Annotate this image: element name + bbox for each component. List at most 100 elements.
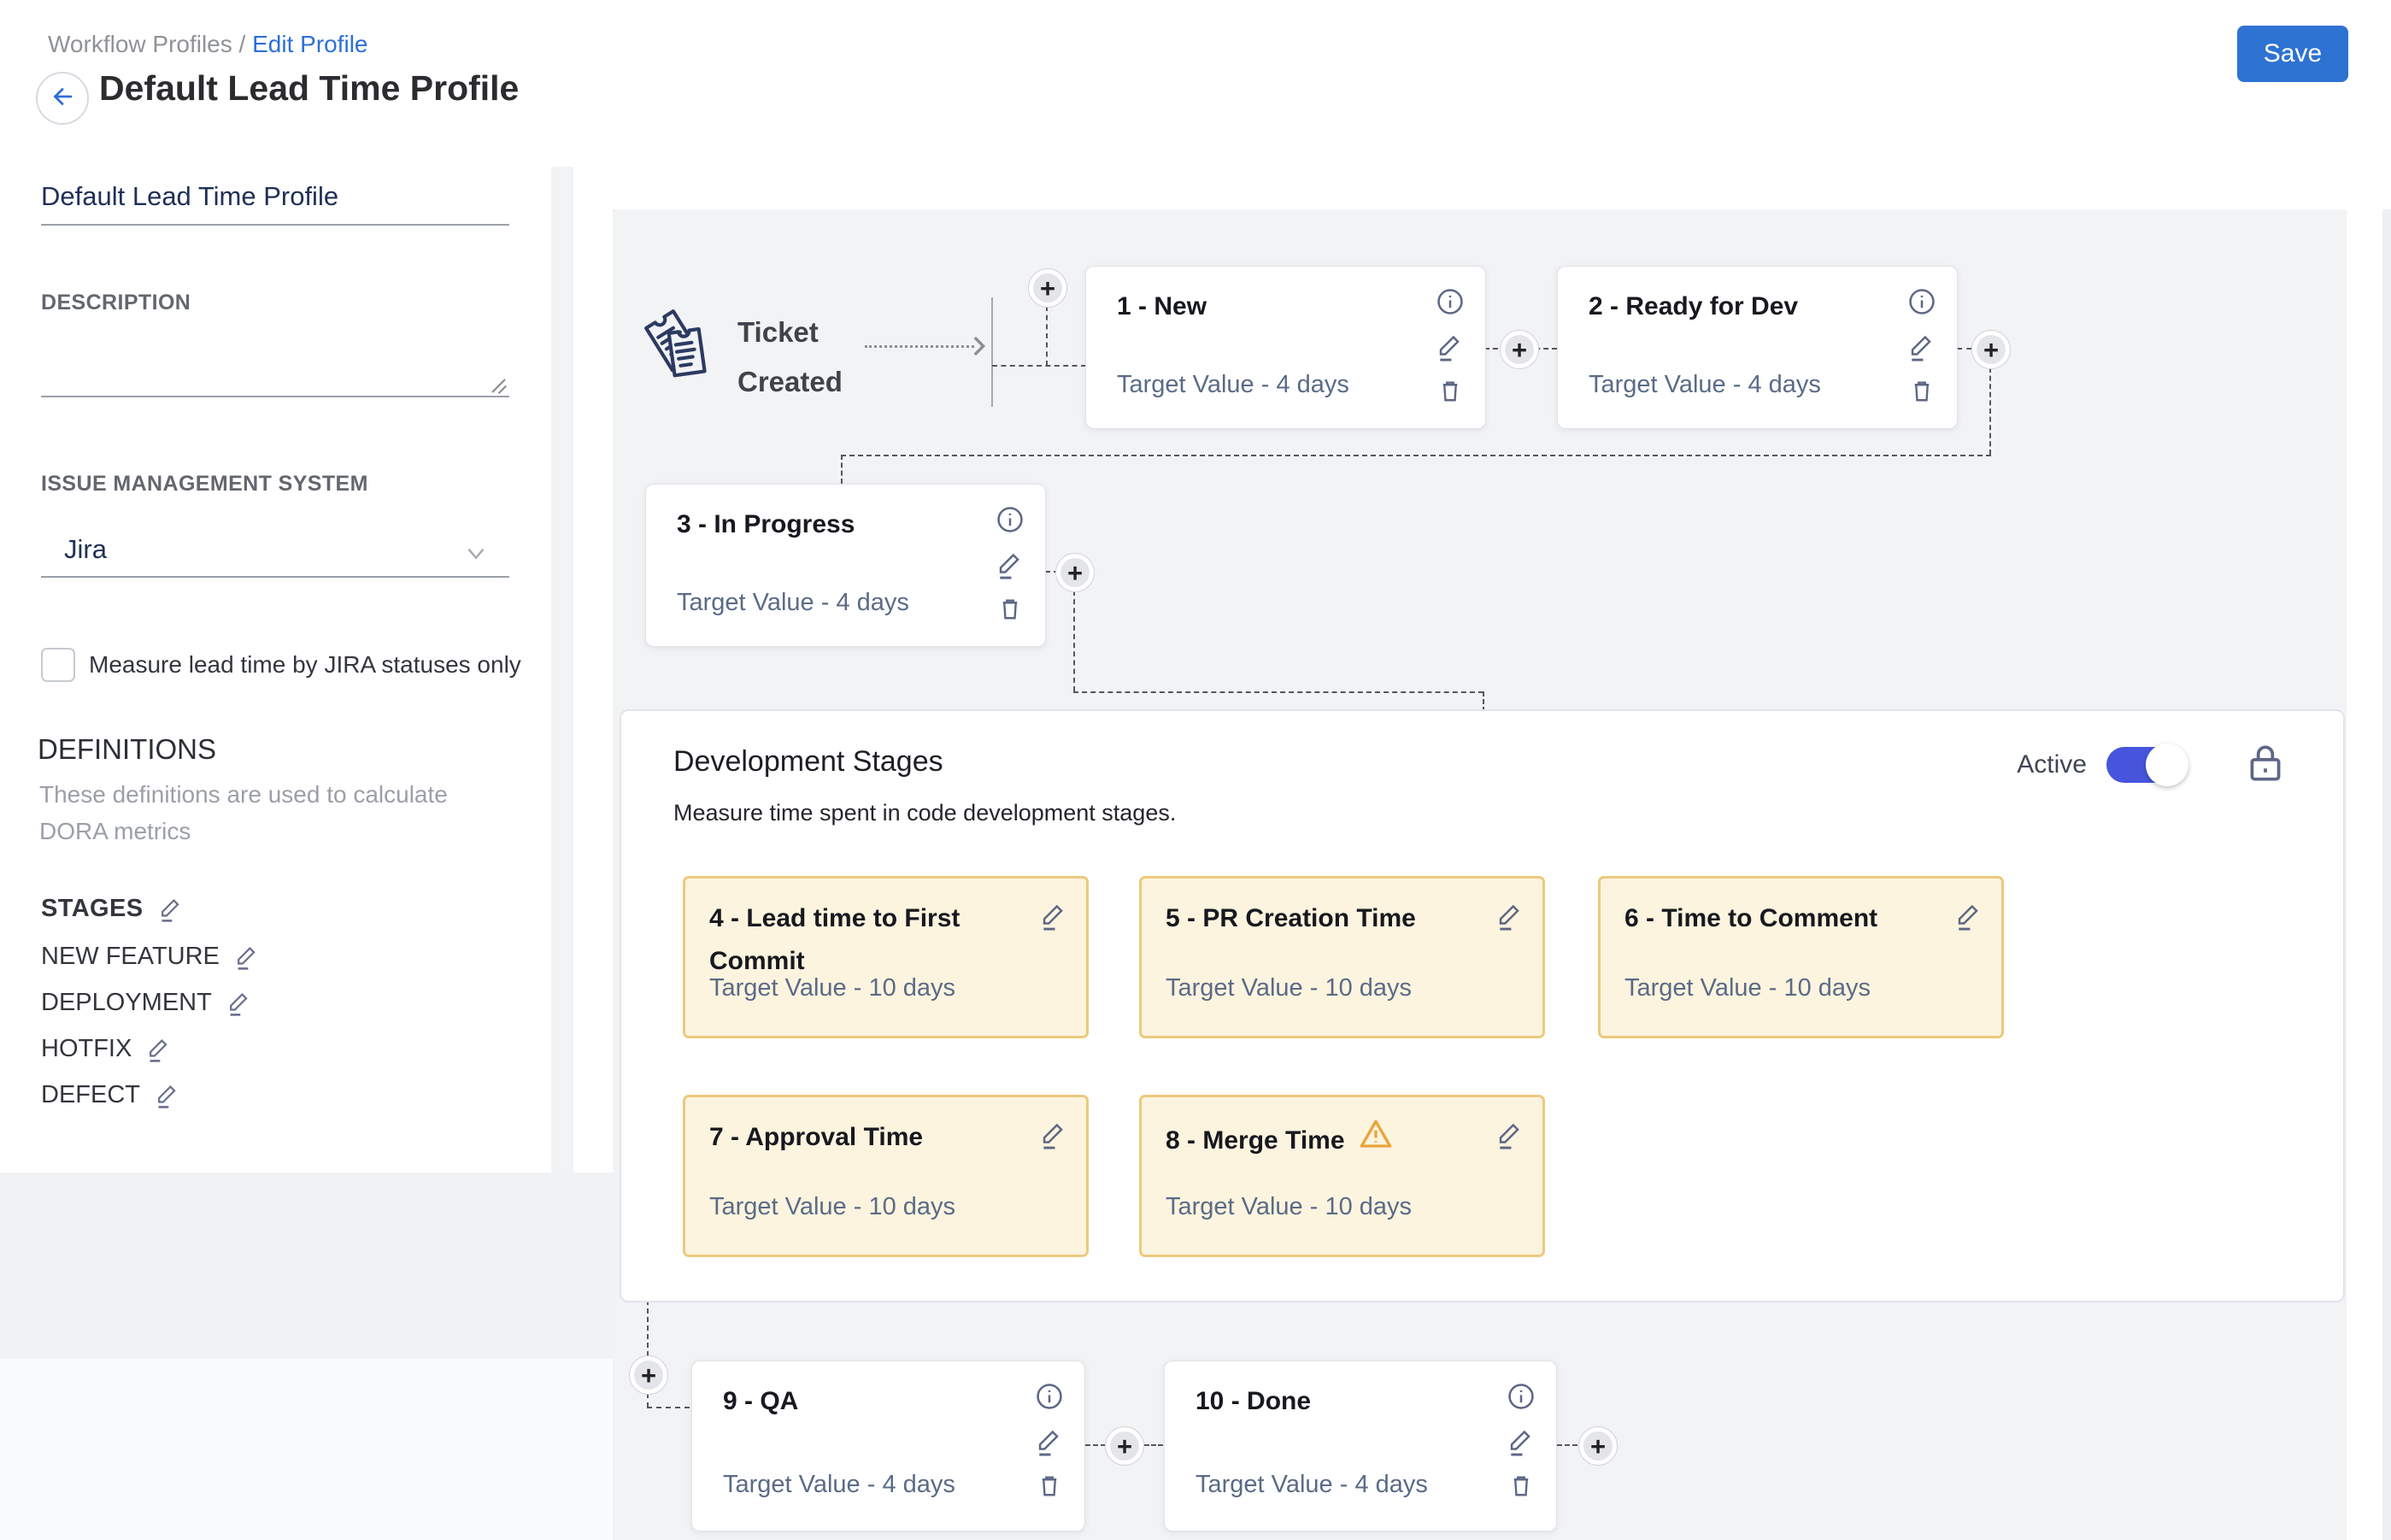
- add-stage-button[interactable]: +: [1578, 1426, 1618, 1466]
- ticket-icon: [634, 301, 723, 394]
- stage-target-value: Target Value - 4 days: [677, 589, 909, 617]
- edit-icon[interactable]: [1038, 1118, 1069, 1150]
- info-icon[interactable]: [1434, 285, 1466, 318]
- add-stage-button[interactable]: +: [1055, 553, 1095, 592]
- edit-icon[interactable]: [1034, 1425, 1065, 1457]
- stage-card-5-pr-creation-time[interactable]: 5 - PR Creation Time Target Value - 10 d…: [1139, 876, 1545, 1038]
- connector: [1073, 691, 1483, 693]
- connector: [1989, 367, 1991, 455]
- description-textarea[interactable]: [41, 396, 509, 397]
- sidebar-lower-background: [0, 1173, 613, 1359]
- definitions-heading: DEFINITIONS: [38, 733, 216, 766]
- breadcrumb: Workflow Profiles / Edit Profile: [48, 31, 368, 58]
- category-label: DEFECT: [41, 1081, 140, 1109]
- stage-title: 7 - Approval Time: [709, 1116, 1000, 1159]
- plus-icon: +: [634, 1361, 663, 1390]
- stages-label: STAGES: [41, 895, 144, 923]
- connector: [1046, 306, 1048, 366]
- stage-card-7-approval-time[interactable]: 7 - Approval Time Target Value - 10 days: [683, 1095, 1089, 1257]
- breadcrumb-root[interactable]: Workflow Profiles: [48, 31, 232, 57]
- info-icon[interactable]: [1505, 1380, 1537, 1413]
- edit-stages-icon[interactable]: [157, 894, 185, 923]
- stage-card-4-lead-time-to-first-commit[interactable]: 4 - Lead time to First Commit Target Val…: [683, 876, 1089, 1038]
- connector: [841, 455, 843, 484]
- delete-icon[interactable]: [1435, 374, 1466, 407]
- edit-new-feature-icon[interactable]: [233, 942, 261, 971]
- edit-icon[interactable]: [1435, 330, 1466, 362]
- ims-select-underline: [41, 576, 509, 578]
- stage-title-row: 8 - Merge Time: [1166, 1116, 1456, 1166]
- chevron-down-icon[interactable]: [461, 538, 491, 567]
- page-scrollbar[interactable]: [2382, 209, 2391, 1540]
- category-label: DEPLOYMENT: [41, 989, 212, 1017]
- delete-icon[interactable]: [995, 592, 1025, 625]
- stage-title: 6 - Time to Comment: [1624, 897, 1915, 940]
- panel-title: Development Stages: [673, 745, 943, 779]
- back-button[interactable]: [36, 72, 89, 125]
- edit-icon[interactable]: [1495, 899, 1525, 932]
- delete-icon[interactable]: [1906, 374, 1937, 407]
- info-icon[interactable]: [994, 503, 1026, 536]
- connector: [841, 455, 1991, 456]
- stage-target-value: Target Value - 10 days: [709, 1193, 955, 1221]
- stage-title: 4 - Lead time to First Commit: [709, 897, 1000, 983]
- connector-rail: [991, 297, 993, 407]
- edit-icon[interactable]: [995, 548, 1025, 580]
- stage-card-8-merge-time[interactable]: 8 - Merge Time Target Value - 10 days: [1139, 1095, 1545, 1257]
- delete-icon[interactable]: [1034, 1469, 1065, 1502]
- edit-icon[interactable]: [1038, 899, 1069, 932]
- add-stage-button[interactable]: +: [1105, 1426, 1144, 1466]
- jira-statuses-checkbox-label: Measure lead time by JIRA statuses only: [89, 651, 521, 679]
- stage-target-value: Target Value - 4 days: [1196, 1471, 1428, 1499]
- stage-target-value: Target Value - 10 days: [709, 974, 955, 1002]
- profile-name-input[interactable]: Default Lead Time Profile: [41, 181, 509, 226]
- stage-card-2-ready-for-dev[interactable]: 2 - Ready for Dev Target Value - 4 days: [1557, 266, 1958, 429]
- breadcrumb-separator: /: [239, 31, 246, 57]
- breadcrumb-current[interactable]: Edit Profile: [252, 31, 367, 57]
- connector: [992, 365, 1086, 367]
- sidebar-scrollbar[interactable]: [551, 167, 573, 1173]
- plus-icon: +: [1505, 335, 1534, 364]
- edit-icon[interactable]: [1495, 1118, 1525, 1150]
- add-stage-button[interactable]: +: [1500, 330, 1539, 369]
- stage-title: 5 - PR Creation Time: [1166, 897, 1456, 940]
- stage-title: 10 - Done: [1196, 1387, 1311, 1416]
- plus-icon: +: [1977, 335, 2006, 364]
- edit-icon[interactable]: [1953, 899, 1984, 932]
- start-node-label: Ticket Created: [737, 308, 843, 407]
- edit-icon[interactable]: [1906, 330, 1937, 362]
- textarea-resize-icon[interactable]: [484, 371, 509, 401]
- info-icon[interactable]: [1033, 1380, 1066, 1413]
- stage-card-3-in-progress[interactable]: 3 - In Progress Target Value - 4 days: [645, 484, 1046, 647]
- plus-icon: +: [1110, 1431, 1139, 1461]
- stage-card-6-time-to-comment[interactable]: 6 - Time to Comment Target Value - 10 da…: [1598, 876, 2004, 1038]
- stage-card-1-new[interactable]: 1 - New Target Value - 4 days: [1085, 266, 1486, 429]
- connector: [1073, 591, 1075, 691]
- stage-card-10-done[interactable]: 10 - Done Target Value - 4 days: [1164, 1361, 1557, 1531]
- category-row-deployment: DEPLOYMENT: [41, 988, 253, 1017]
- jira-statuses-checkbox[interactable]: [41, 648, 75, 682]
- connector: [647, 1407, 690, 1408]
- connector-start-arrow: [865, 345, 974, 348]
- lock-icon[interactable]: [2244, 740, 2287, 791]
- info-icon[interactable]: [1906, 285, 1938, 318]
- plus-icon: +: [1060, 558, 1090, 587]
- ims-select[interactable]: Jira: [64, 534, 107, 565]
- add-stage-button[interactable]: +: [1971, 330, 2011, 369]
- warning-icon[interactable]: [1357, 1116, 1395, 1166]
- edit-icon[interactable]: [1506, 1425, 1536, 1457]
- stage-card-9-qa[interactable]: 9 - QA Target Value - 4 days: [691, 1361, 1085, 1531]
- active-toggle[interactable]: [2106, 747, 2185, 783]
- add-stage-button[interactable]: +: [629, 1355, 668, 1395]
- plus-icon: +: [1033, 273, 1062, 303]
- delete-icon[interactable]: [1506, 1469, 1536, 1502]
- stage-target-value: Target Value - 4 days: [1117, 371, 1349, 399]
- edit-hotfix-icon[interactable]: [145, 1034, 173, 1063]
- add-stage-button[interactable]: +: [1028, 268, 1067, 308]
- stage-title: 1 - New: [1117, 292, 1207, 321]
- stage-target-value: Target Value - 4 days: [1589, 371, 1821, 399]
- save-button[interactable]: Save: [2237, 26, 2348, 82]
- stages-row: STAGES: [41, 894, 185, 923]
- edit-defect-icon[interactable]: [154, 1080, 181, 1109]
- edit-deployment-icon[interactable]: [226, 988, 253, 1017]
